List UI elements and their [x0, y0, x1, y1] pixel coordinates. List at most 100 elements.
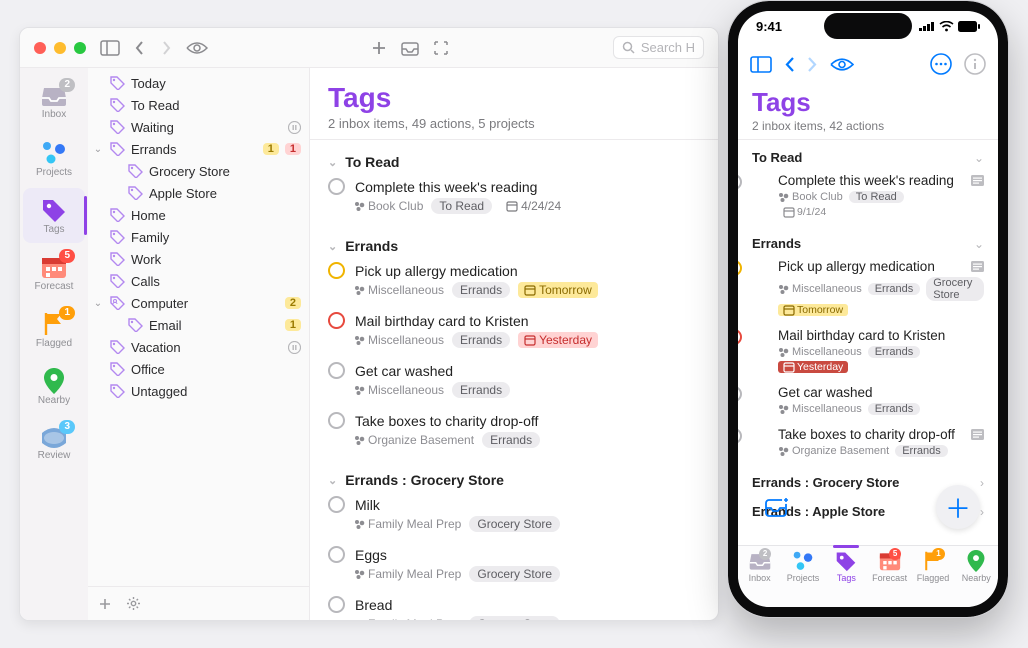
project-ref[interactable]: Miscellaneous — [778, 283, 862, 295]
task-row[interactable]: Get car washedMiscellaneousErrands — [310, 358, 718, 408]
ios-section-header[interactable]: Errands⌄ — [738, 226, 998, 255]
task-row[interactable]: Pick up allergy medicationMiscellaneousE… — [738, 255, 998, 324]
task-row[interactable]: Pick up allergy medicationMiscellaneousE… — [310, 258, 718, 308]
nav-back-icon[interactable] — [134, 40, 146, 56]
chevron-icon[interactable]: ⌄ — [92, 298, 104, 309]
chevron-icon[interactable]: ⌄ — [92, 144, 104, 155]
tree-item[interactable]: Vacation — [88, 336, 309, 358]
tab-flagged[interactable]: Flagged1 — [911, 550, 954, 583]
tag-pill[interactable]: To Read — [431, 198, 492, 214]
task-row[interactable]: Mail birthday card to KristenMiscellaneo… — [738, 324, 998, 381]
task-row[interactable]: Get car washedMiscellaneousErrands — [738, 381, 998, 423]
task-row[interactable]: Take boxes to charity drop-offOrganize B… — [310, 408, 718, 458]
project-ref[interactable]: Miscellaneous — [354, 383, 444, 397]
status-circle[interactable] — [328, 546, 345, 563]
tag-pill[interactable]: Grocery Store — [926, 277, 984, 301]
tree-item[interactable]: Office — [88, 358, 309, 380]
tree-item[interactable]: Untagged — [88, 380, 309, 402]
status-circle[interactable] — [738, 329, 742, 345]
rail-tags[interactable]: Tags — [23, 188, 85, 243]
task-row[interactable]: BreadFamily Meal PrepGrocery Store — [310, 592, 718, 620]
rail-forecast[interactable]: Forecast5 — [23, 245, 85, 300]
status-circle[interactable] — [738, 428, 742, 444]
status-circle[interactable] — [328, 412, 345, 429]
tree-item[interactable]: ⌄Computer2 — [88, 292, 309, 314]
rail-inbox[interactable]: Inbox2 — [23, 74, 85, 129]
project-ref[interactable]: Miscellaneous — [778, 403, 862, 415]
tree-item[interactable]: To Read — [88, 94, 309, 116]
eye-icon[interactable] — [830, 57, 854, 72]
status-circle[interactable] — [328, 178, 345, 195]
tab-nearby[interactable]: Nearby — [955, 550, 998, 583]
add-icon[interactable] — [371, 40, 387, 56]
task-row[interactable]: EggsFamily Meal PrepGrocery Store — [310, 542, 718, 592]
tag-pill[interactable]: Grocery Store — [469, 616, 560, 620]
quick-entry-icon[interactable] — [756, 485, 800, 529]
tab-forecast[interactable]: Forecast5 — [868, 550, 911, 583]
ios-section-header[interactable]: To Read⌄ — [738, 140, 998, 169]
tag-pill[interactable]: Errands — [482, 432, 540, 448]
status-circle[interactable] — [738, 174, 742, 190]
task-row[interactable]: Complete this week's readingBook ClubTo … — [310, 174, 718, 224]
status-circle[interactable] — [738, 260, 742, 276]
rail-nearby[interactable]: Nearby — [23, 359, 85, 414]
tree-item[interactable]: Calls — [88, 270, 309, 292]
close-icon[interactable] — [34, 42, 46, 54]
add-tag-icon[interactable] — [98, 597, 112, 611]
tag-pill[interactable]: Grocery Store — [469, 516, 560, 532]
tag-pill[interactable]: Errands — [895, 445, 948, 457]
add-button[interactable]: ＋ — [936, 485, 980, 529]
focus-icon[interactable] — [433, 40, 449, 56]
more-icon[interactable] — [930, 53, 952, 75]
tag-pill[interactable]: Errands — [868, 403, 921, 415]
tree-item[interactable]: Apple Store — [88, 182, 309, 204]
project-ref[interactable]: Organize Basement — [778, 445, 889, 457]
tree-item[interactable]: Grocery Store — [88, 160, 309, 182]
tree-item[interactable]: ⌄Errands11 — [88, 138, 309, 160]
group-header[interactable]: ⌄Errands — [310, 224, 718, 258]
task-row[interactable]: Complete this week's readingBook ClubTo … — [738, 169, 998, 226]
home-indicator[interactable] — [814, 607, 922, 611]
nav-back-icon[interactable] — [784, 56, 795, 73]
sidebar-toggle-icon[interactable] — [750, 56, 772, 73]
project-ref[interactable]: Book Club — [778, 191, 843, 203]
status-circle[interactable] — [328, 312, 345, 329]
minimize-icon[interactable] — [54, 42, 66, 54]
tree-item[interactable]: Waiting — [88, 116, 309, 138]
tag-pill[interactable]: Grocery Store — [469, 566, 560, 582]
project-ref[interactable]: Miscellaneous — [354, 333, 444, 347]
task-row[interactable]: Mail birthday card to KristenMiscellaneo… — [310, 308, 718, 358]
task-row[interactable]: Take boxes to charity drop-offOrganize B… — [738, 423, 998, 465]
status-circle[interactable] — [328, 362, 345, 379]
rail-projects[interactable]: Projects — [23, 131, 85, 186]
project-ref[interactable]: Miscellaneous — [778, 346, 862, 358]
group-header[interactable]: ⌄Errands : Grocery Store — [310, 458, 718, 492]
status-circle[interactable] — [328, 262, 345, 279]
group-header[interactable]: ⌄To Read — [310, 140, 718, 174]
project-ref[interactable]: Organize Basement — [354, 433, 474, 447]
sidebar-toggle-icon[interactable] — [100, 40, 120, 56]
tab-tags[interactable]: Tags — [825, 550, 868, 583]
tree-item[interactable]: Today — [88, 72, 309, 94]
info-icon[interactable] — [964, 53, 986, 75]
project-ref[interactable]: Miscellaneous — [354, 283, 444, 297]
tag-pill[interactable]: Errands — [452, 382, 510, 398]
rail-review[interactable]: Review3 — [23, 416, 85, 471]
tree-item[interactable]: Email1 — [88, 314, 309, 336]
tag-pill[interactable]: Errands — [452, 282, 510, 298]
tree-item[interactable]: Work — [88, 248, 309, 270]
inbox-add-icon[interactable] — [401, 40, 419, 56]
gear-icon[interactable] — [126, 596, 141, 611]
status-circle[interactable] — [738, 386, 742, 402]
project-ref[interactable]: Family Meal Prep — [354, 517, 461, 531]
tab-inbox[interactable]: Inbox2 — [738, 550, 781, 583]
project-ref[interactable]: Family Meal Prep — [354, 617, 461, 620]
eye-icon[interactable] — [186, 41, 208, 55]
tab-projects[interactable]: Projects — [781, 550, 824, 583]
tree-item[interactable]: Family — [88, 226, 309, 248]
rail-flagged[interactable]: Flagged1 — [23, 302, 85, 357]
search-input[interactable]: Search H — [613, 36, 704, 59]
status-circle[interactable] — [328, 596, 345, 613]
status-circle[interactable] — [328, 496, 345, 513]
tag-pill[interactable]: Errands — [868, 346, 921, 358]
